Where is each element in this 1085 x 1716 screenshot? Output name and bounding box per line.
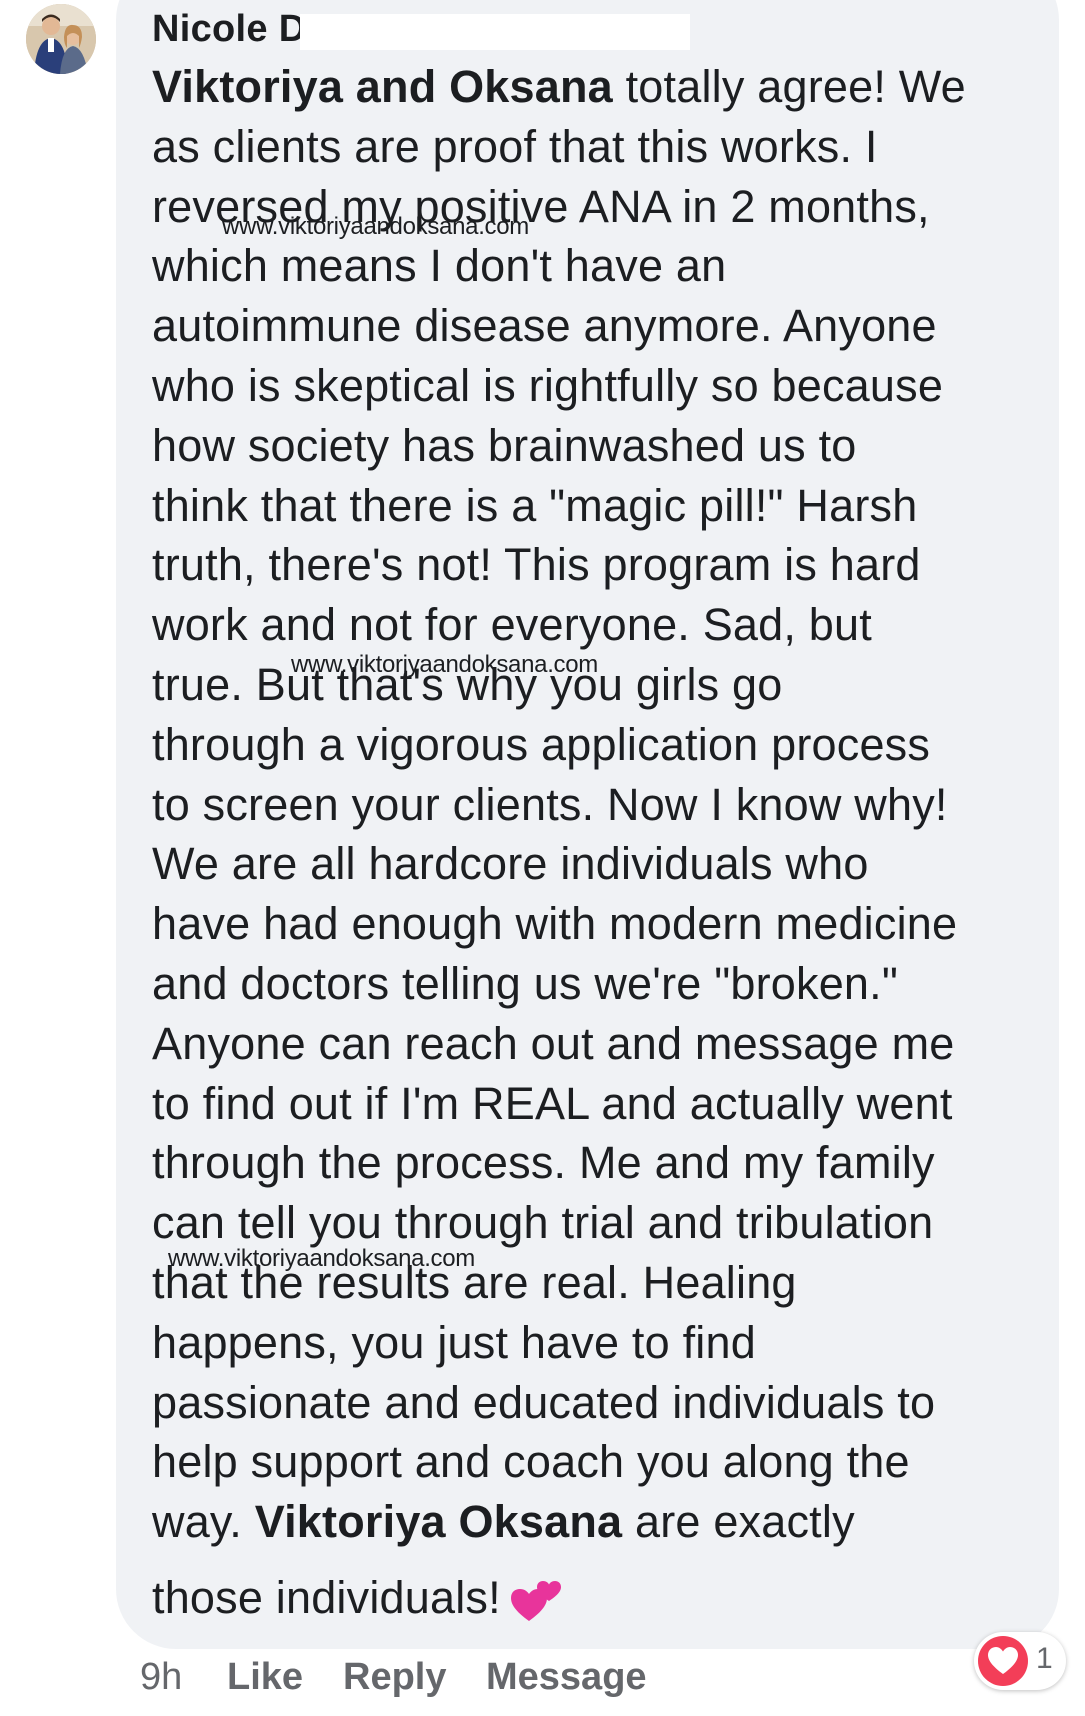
- comment-line: as clients are proof that this works. I: [152, 117, 1052, 177]
- watermark-text: www.viktoriyaandoksana.com: [291, 651, 599, 678]
- timestamp[interactable]: 9h: [140, 1656, 182, 1699]
- comment-line-text: can tell you through trial and tribulati…: [152, 1197, 934, 1249]
- reaction-count: 1: [1036, 1642, 1053, 1675]
- comment-text: Viktoriya and Oksana totally agree! We as…: [152, 57, 1052, 1640]
- comment-line-text: help support and coach you along the: [152, 1436, 910, 1488]
- message-button[interactable]: Message: [486, 1656, 647, 1699]
- comment-line-text: totally agree! We: [612, 61, 966, 112]
- name-redaction: [300, 14, 690, 50]
- comment-line-text: to screen your clients. Now I know why!: [152, 778, 948, 830]
- comment-line: help support and coach you along the: [152, 1432, 1052, 1492]
- comment-line-text: which means I don't have an: [152, 240, 727, 292]
- comment-line-text: work and not for everyone. Sad, but: [152, 599, 872, 651]
- comment-line-text: happens, you just have to find: [152, 1316, 756, 1368]
- comment-line-text: how society has brainwashed us to: [152, 419, 857, 471]
- comment-line-text: through a vigorous application process: [152, 718, 931, 770]
- comment-line: think that there is a "magic pill!" Hars…: [152, 476, 1052, 536]
- comment-line-text: passionate and educated individuals to: [152, 1376, 936, 1428]
- comment-line-text: who is skeptical is rightfully so becaus…: [152, 359, 944, 411]
- comment-line: true. But that's why you girls go: [152, 655, 1052, 715]
- comment-line-text: those individuals!: [152, 1571, 501, 1623]
- tagged-name[interactable]: Viktoriya and Oksana: [152, 61, 613, 112]
- comment-author[interactable]: Nicole D: [152, 8, 306, 51]
- comment-line: through the process. Me and my family: [152, 1133, 1052, 1193]
- reaction-summary[interactable]: 1: [974, 1632, 1066, 1690]
- comment-line: who is skeptical is rightfully so becaus…: [152, 356, 1052, 416]
- comment-line: way. Viktoriya Oksana are exactly: [152, 1492, 1052, 1552]
- profile-photo: [26, 4, 96, 74]
- comment-line: happens, you just have to find: [152, 1313, 1052, 1373]
- two-hearts-emoji: [509, 1571, 563, 1640]
- comment-line: and doctors telling us we're "broken.": [152, 954, 1052, 1014]
- comment-line: work and not for everyone. Sad, but: [152, 595, 1052, 655]
- reply-button[interactable]: Reply: [343, 1656, 446, 1699]
- comment-line-text: autoimmune disease anymore. Anyone: [152, 300, 937, 352]
- comment-line-text: and doctors telling us we're "broken.": [152, 957, 899, 1009]
- comment-line: to screen your clients. Now I know why!: [152, 775, 1052, 835]
- comment-line-text: think that there is a "magic pill!" Hars…: [152, 479, 918, 531]
- comment-line: which means I don't have an: [152, 236, 1052, 296]
- comment-line: passionate and educated individuals to: [152, 1373, 1052, 1433]
- tagged-name[interactable]: Viktoriya Oksana: [255, 1496, 623, 1547]
- comment-line-text: truth, there's not! This program is hard: [152, 539, 921, 591]
- comment-line: autoimmune disease anymore. Anyone: [152, 296, 1052, 356]
- comment-line-text: through the process. Me and my family: [152, 1137, 935, 1189]
- comment-line-text: way.: [152, 1496, 255, 1548]
- comment-line: truth, there's not! This program is hard: [152, 535, 1052, 595]
- comment-line: have had enough with modern medicine: [152, 894, 1052, 954]
- comment-line: Viktoriya and Oksana totally agree! We: [152, 57, 1052, 117]
- comment-line-text: Anyone can reach out and message me: [152, 1017, 955, 1069]
- comment-line: We are all hardcore individuals who: [152, 834, 1052, 894]
- comment-line: those individuals!: [152, 1568, 1052, 1640]
- comment-line-text: as clients are proof that this works. I: [152, 120, 878, 172]
- heart-reaction-icon: [978, 1636, 1028, 1686]
- comment-line: to find out if I'm REAL and actually wen…: [152, 1074, 1052, 1134]
- watermark-text: www.viktoriyaandoksana.com: [222, 213, 530, 240]
- watermark-text: www.viktoriyaandoksana.com: [168, 1245, 476, 1272]
- comment-line: Anyone can reach out and message me: [152, 1014, 1052, 1074]
- comment-line-text: We are all hardcore individuals who: [152, 838, 869, 890]
- comment-line-text: are exactly: [622, 1496, 855, 1548]
- avatar[interactable]: [26, 4, 96, 74]
- comment-line: can tell you through trial and tribulati…: [152, 1193, 1052, 1253]
- comment-line-text: have had enough with modern medicine: [152, 898, 958, 950]
- like-button[interactable]: Like: [227, 1656, 303, 1699]
- comment-line: how society has brainwashed us to: [152, 416, 1052, 476]
- comment-line: through a vigorous application process: [152, 715, 1052, 775]
- comment-line-text: to find out if I'm REAL and actually wen…: [152, 1077, 953, 1129]
